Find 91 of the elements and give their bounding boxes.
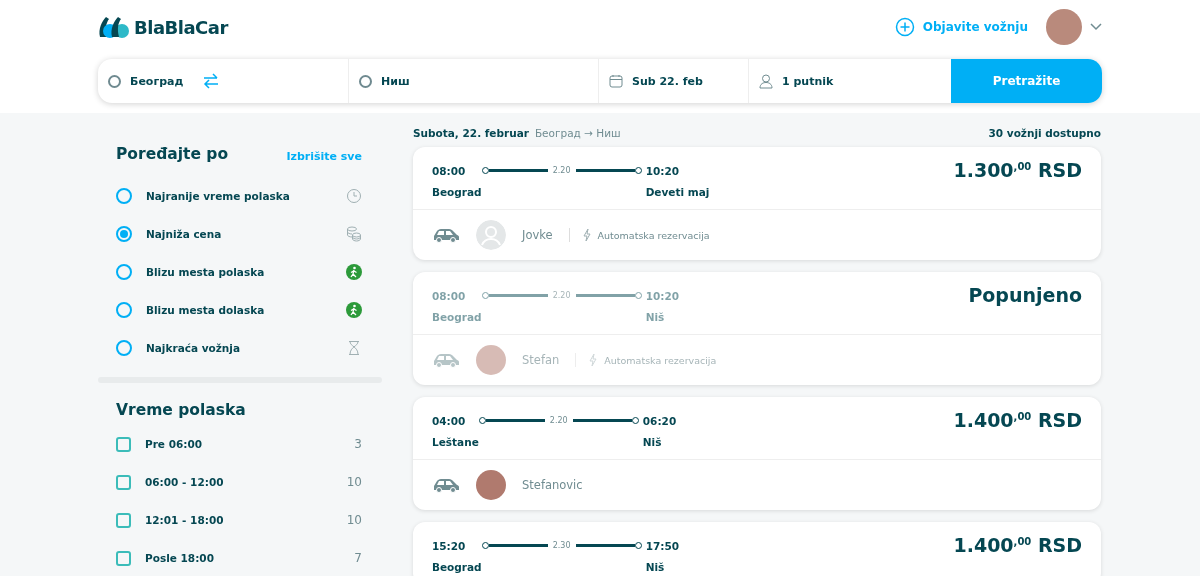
lightning-icon [588,353,599,367]
departure-city: Beograd [432,185,482,200]
trip-price: 1.300$^{,00}$ RSD [953,159,1082,183]
trip-duration: 2.20 [551,291,572,301]
trip-duration: 2.20 [548,416,569,426]
car-icon [432,227,460,243]
departure-time: 08:00 [432,289,467,302]
trip-price: 1.400$^{,00}$ RSD [953,409,1082,433]
option-count: 10 [346,475,362,489]
checkbox[interactable] [116,512,131,528]
hourglass-icon [346,340,362,356]
destination-circle-icon [359,74,372,88]
clock-icon [346,188,362,204]
plus-circle-icon [894,17,915,37]
trip-card[interactable]: 04:00 2.20 06:20 Leštane Niš 1.400$^{,00}$ RSD Stefanovic [413,397,1101,510]
checkbox[interactable] [116,436,131,452]
trip-card[interactable]: 08:00 2.20 10:20 Beograd Niš Popunjeno Stefan Automatska rezervacija [413,272,1101,385]
logo-text: BlaBlaCar [134,16,228,38]
arrival-city: Niš [641,435,663,450]
trip-card[interactable]: 08:00 2.20 10:20 Beograd Deveti maj 1.300$^{,00}$ RSD Jovke Automatska rezervacija [413,147,1101,260]
checkbox[interactable] [116,550,131,566]
option-label[interactable]: Blizu mesta polaska [146,266,332,278]
walking-person-icon [346,264,362,280]
departure-time: 15:20 [432,539,467,552]
results-count: 30 vožnji dostupno [988,127,1101,139]
coins-icon [346,226,362,242]
chevron-down-icon[interactable] [1090,23,1102,31]
option-count: 7 [354,551,362,565]
results-date: Subota, 22. februar [413,127,529,139]
departure-city: Beograd [432,310,482,325]
swap-arrows-icon [202,73,221,89]
departure-city: Leštane [432,435,479,450]
route-line [485,419,545,423]
arrival-city: Niš [644,310,666,325]
driver-name: Stefan [522,353,560,367]
route-line [575,169,635,173]
instant-booking-label: Automatska rezervacija [597,229,710,241]
departure-time: 08:00 [432,164,467,177]
from-field[interactable]: Београд [98,59,348,103]
driver-name: Stefanovic [522,478,583,492]
radio-button[interactable] [116,302,132,318]
arrival-time: 06:20 [641,414,677,427]
arrival-city: Niš [644,560,666,575]
option-label[interactable]: Blizu mesta dolaska [146,304,332,316]
option-label[interactable]: Najranije vreme polaska [146,190,332,202]
car-icon [432,477,460,493]
departure-city: Beograd [432,560,482,575]
option-label[interactable]: Najniža cena [146,228,332,240]
route-line [488,294,548,298]
option-count: 10 [346,513,362,527]
route-line [575,544,635,548]
trip-duration: 2.30 [551,541,572,551]
radio-button[interactable] [116,188,132,204]
option-label[interactable]: Najkraća vožnja [146,342,332,354]
radio-button[interactable] [116,340,132,356]
instant-booking-label: Automatska rezervacija [604,354,717,366]
section-title: Poređajte po [116,145,229,163]
lightning-icon [581,228,592,242]
person-icon [759,73,773,89]
section-title: Vreme polaska [116,401,247,419]
user-avatar[interactable] [1046,9,1082,45]
walking-person-icon [346,302,362,318]
trip-duration: 2.20 [551,166,572,176]
car-icon [432,352,460,368]
arrival-city: Deveti maj [644,185,710,200]
origin-circle-icon [108,74,121,88]
arrival-time: 17:50 [644,539,680,552]
checkbox[interactable] [116,474,131,490]
calendar-icon [609,74,623,88]
trip-price: 1.400$^{,00}$ RSD [953,534,1082,558]
date-field[interactable]: Sub 22. feb [598,59,748,103]
route-line [572,419,632,423]
option-count: 3 [354,437,362,451]
option-label[interactable]: Posle 18:00 [145,552,341,564]
trip-card[interactable]: 15:20 2.30 17:50 Beograd Niš 1.400$^{,00}$ RSD [413,522,1101,576]
driver-name: Jovke [522,228,553,242]
route-line [575,294,635,298]
results-route: Београд → Ниш [534,127,622,139]
arrival-time: 10:20 [644,289,680,302]
arrival-time: 10:20 [644,164,680,177]
departure-time: 04:00 [432,414,467,427]
route-line [488,544,548,548]
to-field[interactable]: Ниш [348,59,598,103]
radio-button[interactable] [116,264,132,280]
option-label[interactable]: 12:01 - 18:00 [145,514,333,526]
logo-icon [98,15,130,39]
option-label[interactable]: Pre 06:00 [145,438,341,450]
option-label[interactable]: 06:00 - 12:00 [145,476,333,488]
route-line [488,169,548,173]
full-status: Popunjeno [968,284,1082,308]
radio-button[interactable] [116,226,132,242]
